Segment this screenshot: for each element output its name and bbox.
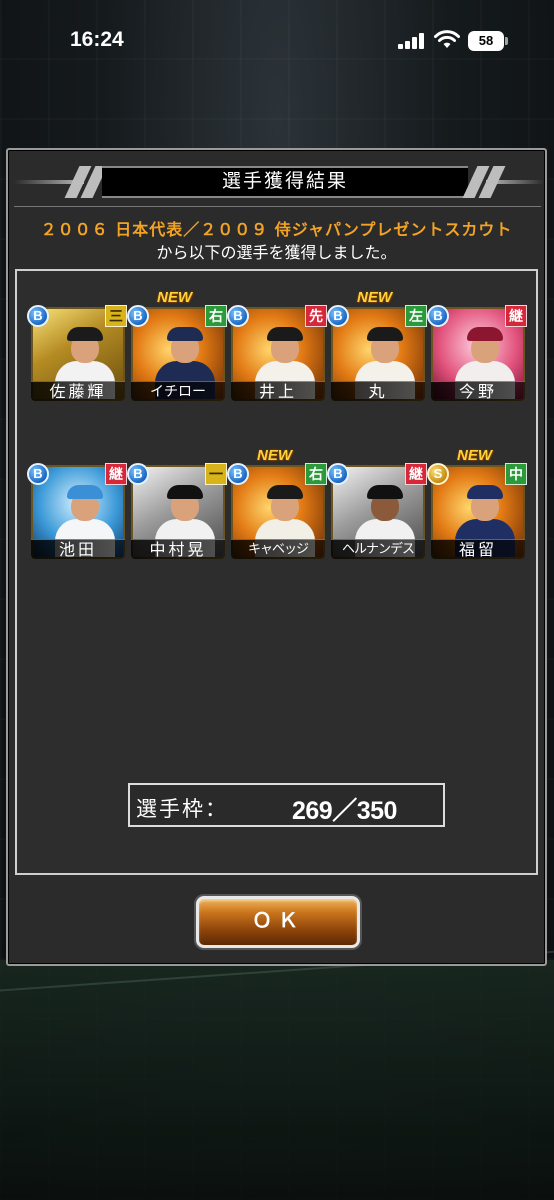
slot-label: 選手枠：	[136, 797, 228, 821]
player-card[interactable]: 佐藤輝 B 三	[27, 305, 127, 401]
player-list-panel: 佐藤輝 B 三 イチロー B 右 NEW 井上 B 先 丸 B 左 NEW 今野…	[15, 269, 538, 875]
position-badge: 三	[105, 305, 127, 327]
player-name: 今野	[431, 381, 525, 401]
player-card[interactable]: 今野 B 継	[427, 305, 527, 401]
player-name: 井上	[231, 381, 325, 401]
new-label: NEW	[257, 447, 292, 464]
position-badge: 一	[205, 463, 227, 485]
player-card[interactable]: 井上 B 先	[227, 305, 327, 401]
rank-badge: B	[327, 463, 349, 485]
player-name: キャベッジ	[231, 539, 325, 559]
position-badge: 右	[305, 463, 327, 485]
player-name: 池田	[31, 539, 125, 559]
header-divider	[14, 206, 541, 207]
new-label: NEW	[157, 289, 192, 306]
player-card[interactable]: 中村晃 B 一	[127, 463, 227, 559]
header-decoration-right	[486, 180, 544, 184]
player-name: ヘルナンデス	[331, 539, 425, 559]
rank-badge: B	[427, 305, 449, 327]
player-name: 中村晃	[131, 539, 225, 559]
new-label: NEW	[357, 289, 392, 306]
position-badge: 継	[105, 463, 127, 485]
rank-badge: B	[327, 305, 349, 327]
battery-icon: 58	[468, 31, 504, 51]
dialog-header: 選手獲得結果	[8, 166, 545, 198]
rank-badge: B	[227, 305, 249, 327]
new-label: NEW	[457, 447, 492, 464]
player-card[interactable]: 丸 B 左 NEW	[327, 289, 427, 401]
player-card[interactable]: 福留 S 中 NEW	[427, 447, 527, 559]
rank-badge: B	[127, 463, 149, 485]
player-name: 福留	[431, 539, 525, 559]
dialog-title: 選手獲得結果	[221, 170, 348, 192]
position-badge: 先	[305, 305, 327, 327]
position-badge: 継	[405, 463, 427, 485]
position-badge: 中	[505, 463, 527, 485]
rank-badge: B	[27, 305, 49, 327]
status-time: 16:24	[70, 28, 124, 51]
rank-badge: S	[427, 463, 449, 485]
player-name: 丸	[331, 381, 425, 401]
cellular-signal-icon	[398, 33, 426, 49]
position-badge: 左	[405, 305, 427, 327]
player-name: イチロー	[131, 381, 225, 401]
position-badge: 継	[505, 305, 527, 327]
player-acquisition-dialog: 選手獲得結果 ２００６ 日本代表／２００９ 侍ジャパンプレゼントスカウト から以…	[6, 148, 547, 966]
player-card[interactable]: 池田 B 継	[27, 463, 127, 559]
rank-badge: B	[227, 463, 249, 485]
acquisition-message: から以下の選手を獲得しました。	[156, 243, 397, 262]
position-badge: 右	[205, 305, 227, 327]
ok-button[interactable]: ＯＫ	[196, 896, 360, 948]
field-background	[0, 960, 554, 1200]
wifi-icon	[434, 30, 460, 48]
battery-tip	[505, 37, 508, 45]
player-card[interactable]: ヘルナンデス B 継	[327, 463, 427, 559]
player-name: 佐藤輝	[31, 381, 125, 401]
player-slot-counter: 選手枠： 269／350	[128, 783, 445, 827]
scout-name: ２００６ 日本代表／２００９ 侍ジャパンプレゼントスカウト	[40, 220, 513, 239]
slot-value: 269／350	[292, 797, 397, 825]
player-card[interactable]: イチロー B 右 NEW	[127, 289, 227, 401]
rank-badge: B	[27, 463, 49, 485]
player-card[interactable]: キャベッジ B 右 NEW	[227, 447, 327, 559]
rank-badge: B	[127, 305, 149, 327]
status-bar: 16:24 58	[0, 0, 554, 84]
